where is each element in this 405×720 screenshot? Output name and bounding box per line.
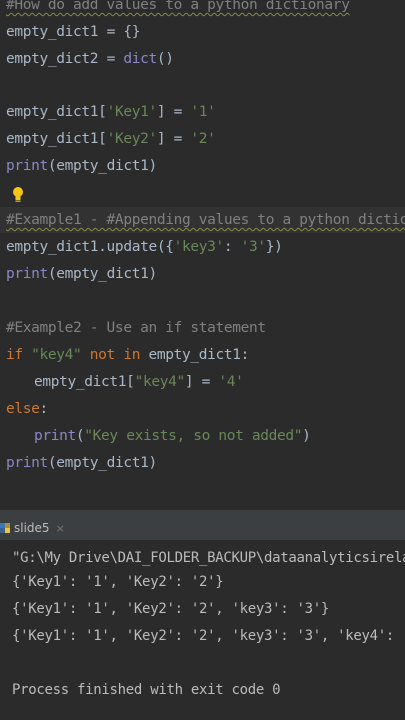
- console-line: "G:\My Drive\DAI_FOLDER_BACKUP\dataanaly…: [12, 550, 405, 566]
- string: 'Key1': [106, 104, 158, 120]
- close-icon[interactable]: ×: [56, 522, 65, 535]
- args: (empty_dict1): [47, 266, 157, 282]
- variable: empty_dict1: [6, 24, 99, 40]
- code-line-7[interactable]: print(empty_dict1): [6, 153, 157, 179]
- code-line-1[interactable]: #How do add values to a python dictionar…: [6, 0, 350, 18]
- code-line-14[interactable]: if "key4" not in empty_dict1:: [6, 342, 249, 368]
- run-tab-label: slide5: [14, 521, 50, 535]
- keyword: else: [6, 401, 40, 417]
- code-line-11[interactable]: print(empty_dict1): [6, 261, 157, 287]
- code-line-6[interactable]: empty_dict1['Key2'] = '2': [6, 126, 216, 152]
- variable: empty_dict2: [6, 51, 99, 67]
- operator: =: [98, 51, 124, 67]
- code-line-16[interactable]: else:: [6, 396, 48, 422]
- code-line-15[interactable]: empty_dict1["key4"] = '4': [6, 369, 244, 395]
- code-line-9[interactable]: #Example1 - #Appending values to a pytho…: [0, 207, 405, 233]
- code-line-13[interactable]: #Example2 - Use an if statement: [6, 315, 266, 341]
- run-tab[interactable]: slide5 ×: [0, 516, 65, 540]
- string: '4': [218, 374, 244, 390]
- panel-divider[interactable]: [0, 480, 405, 511]
- args: (empty_dict1): [47, 158, 157, 174]
- run-tool-window-header: slide5 ×: [0, 510, 405, 541]
- keyword: not in: [81, 347, 149, 363]
- code-line-18[interactable]: print(empty_dict1): [6, 450, 157, 476]
- code-text: ] =: [156, 104, 191, 120]
- args: (empty_dict1): [47, 455, 157, 471]
- string: 'key3': [173, 239, 225, 255]
- console-line: Process finished with exit code 0: [12, 682, 281, 698]
- comment-text: #How do add values to a python dictionar…: [6, 0, 350, 13]
- string: 'Key2': [106, 131, 158, 147]
- string: '3': [240, 239, 266, 255]
- code-text: empty_dict1[: [6, 131, 107, 147]
- code-text: :: [223, 239, 241, 255]
- code-text: ): [302, 428, 311, 444]
- code-line-5[interactable]: empty_dict1['Key1'] = '1': [6, 99, 216, 125]
- code-line-2[interactable]: empty_dict1 = {}: [6, 19, 140, 45]
- operator: =: [98, 24, 124, 40]
- python-run-icon: [0, 523, 10, 533]
- console-line: {'Key1': '1', 'Key2': '2'}: [12, 574, 224, 590]
- string: '2': [190, 131, 216, 147]
- code-text: :: [39, 401, 49, 417]
- code-text: empty_dict1[: [34, 374, 135, 390]
- code-text: empty_dict1[: [6, 104, 107, 120]
- value: {}: [123, 24, 141, 40]
- string: "key4": [134, 374, 186, 390]
- builtin: print: [6, 266, 48, 282]
- code-line-17[interactable]: print("Key exists, so not added"): [6, 423, 311, 449]
- builtin: print: [34, 428, 76, 444]
- console-line: {'Key1': '1', 'Key2': '2', 'key3': '3'}: [12, 601, 330, 617]
- string: '1': [190, 104, 216, 120]
- code-text: empty_dict1:: [148, 347, 250, 363]
- code-text: ] =: [184, 374, 219, 390]
- keyword: if: [6, 347, 32, 363]
- comment-text: #Example2 - Use an if statement: [6, 320, 266, 336]
- builtin: dict: [123, 51, 157, 67]
- args: (): [156, 51, 174, 67]
- string: "Key exists, so not added": [84, 428, 303, 444]
- code-text: empty_dict1.update({: [6, 239, 174, 255]
- console-output[interactable]: "G:\My Drive\DAI_FOLDER_BACKUP\dataanaly…: [0, 540, 405, 720]
- lightbulb-icon[interactable]: [12, 185, 24, 205]
- code-editor[interactable]: #How do add values to a python dictionar…: [0, 0, 405, 480]
- builtin: print: [6, 158, 48, 174]
- string: "key4": [31, 347, 82, 363]
- console-line: {'Key1': '1', 'Key2': '2', 'key3': '3', …: [12, 628, 405, 644]
- comment-text: #Example1 - #Appending values to a pytho…: [6, 212, 405, 228]
- builtin: print: [6, 455, 48, 471]
- code-line-3[interactable]: empty_dict2 = dict(): [6, 46, 174, 72]
- code-line-10[interactable]: empty_dict1.update({'key3': '3'}): [6, 234, 283, 260]
- code-text: }): [265, 239, 283, 255]
- code-text: ] =: [156, 131, 191, 147]
